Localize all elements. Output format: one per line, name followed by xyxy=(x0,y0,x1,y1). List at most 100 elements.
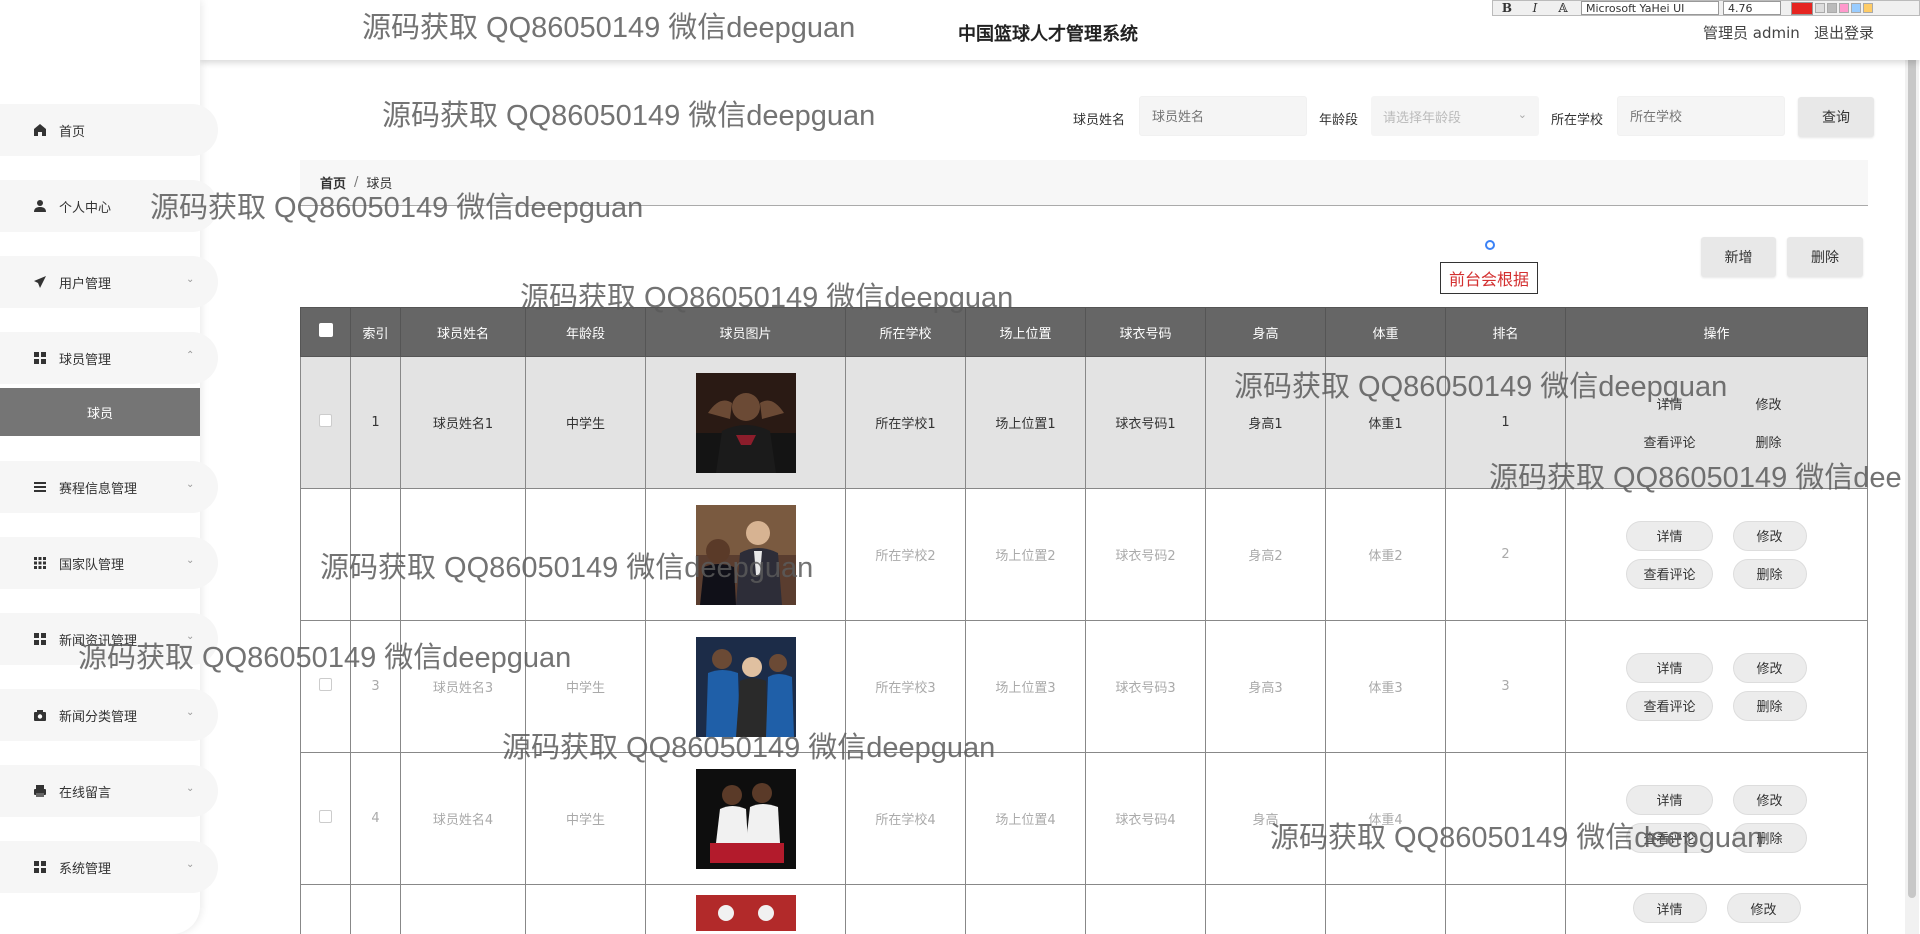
row-checkbox[interactable] xyxy=(319,810,332,823)
detail-button[interactable]: 详情 xyxy=(1632,893,1707,923)
column-header: 所在学校 xyxy=(845,307,966,357)
cell-school: 所在学校4 xyxy=(845,752,966,885)
player-name-input[interactable] xyxy=(1139,96,1307,136)
breadcrumb-home[interactable]: 首页 xyxy=(320,173,346,192)
sidebar-item-label: 新闻分类管理 xyxy=(59,709,138,725)
sidebar-item-users[interactable]: 用户管理 ⌄ xyxy=(0,256,218,308)
view-comments-button[interactable]: 查看评论 xyxy=(1626,558,1713,589)
column-header: 索引 xyxy=(350,307,401,357)
sidebar-item-label: 国家队管理 xyxy=(59,557,125,573)
row-delete-button[interactable]: 删除 xyxy=(1732,427,1806,457)
cell-ops: 详情 修改 查看评论 删除 xyxy=(1565,620,1868,753)
italic-button[interactable]: I xyxy=(1521,1,1549,15)
table-header-row: 索引 球员姓名 年龄段 球员图片 所在学校 场上位置 球衣号码 身高 体重 排名… xyxy=(300,307,1868,357)
cell-index: 3 xyxy=(350,620,401,753)
sidebar: 首页 个人中心 用户管理 ⌄ 球员管理 ⌃ 球员 赛程信息管理 ⌄ 国家队管理 … xyxy=(0,0,218,934)
sidebar-item-news[interactable]: 新闻资讯管理 ⌄ xyxy=(0,613,218,665)
color-swatch[interactable] xyxy=(1863,3,1873,13)
age-group-select[interactable]: 请选择年龄段 ⌄ xyxy=(1371,96,1539,136)
edit-button[interactable]: 修改 xyxy=(1726,893,1801,923)
color-swatch[interactable] xyxy=(1839,3,1849,13)
cell-jersey: 球衣号码4 xyxy=(1085,752,1206,885)
cell-rank: 2 xyxy=(1445,488,1566,621)
color-swatch[interactable] xyxy=(1851,3,1861,13)
grid-icon xyxy=(32,859,48,875)
text-style-icon[interactable]: 𝔸 xyxy=(1549,1,1577,15)
text-editor-toolbar: B I 𝔸 Microsoft YaHei UI 4.76 xyxy=(1492,0,1920,16)
bold-button[interactable]: B xyxy=(1493,1,1521,15)
edit-button[interactable]: 修改 xyxy=(1732,389,1806,419)
chevron-up-icon: ⌃ xyxy=(186,350,195,361)
rotate-handle-icon[interactable] xyxy=(1485,240,1495,250)
table-row[interactable]: 4 球员姓名4 中学生 所在学校4 场上位置4 球衣号码4 身高 体重4 详情 … xyxy=(300,752,1868,885)
add-button[interactable]: 新增 xyxy=(1701,237,1776,277)
sidebar-item-label: 新闻资讯管理 xyxy=(59,633,138,649)
vertical-scrollbar[interactable] xyxy=(1908,18,1916,898)
row-checkbox[interactable] xyxy=(319,414,332,427)
color-swatch[interactable] xyxy=(1815,3,1825,13)
player-photo xyxy=(695,372,796,473)
sidebar-item-label: 赛程信息管理 xyxy=(59,481,138,497)
grid-icon xyxy=(32,631,48,647)
sidebar-item-system[interactable]: 系统管理 ⌄ xyxy=(0,841,218,893)
view-comments-button[interactable]: 查看评论 xyxy=(1627,427,1711,457)
sidebar-item-schedule[interactable]: 赛程信息管理 ⌄ xyxy=(0,461,218,513)
sidebar-item-profile[interactable]: 个人中心 xyxy=(0,180,218,232)
table-row[interactable]: 所在学校2 场上位置2 球衣号码2 身高2 体重2 2 详情 修改 查看评论 删… xyxy=(300,488,1868,621)
detail-button[interactable]: 详情 xyxy=(1626,652,1713,683)
sidebar-item-label: 球员管理 xyxy=(59,352,112,368)
cell-height: 身高1 xyxy=(1205,356,1326,489)
list-icon xyxy=(32,479,48,495)
sidebar-item-news-category[interactable]: 新闻分类管理 ⌄ xyxy=(0,689,218,741)
table-row[interactable]: 3 球员姓名3 中学生 所在学校3 场上位置3 球衣号码3 身高3 体重3 3 … xyxy=(300,620,1868,753)
row-checkbox[interactable] xyxy=(319,678,332,691)
text-color-swatch[interactable] xyxy=(1791,1,1813,15)
query-button[interactable]: 查询 xyxy=(1798,97,1874,137)
watermark: 源码获取 QQ86050149 微信deepguan xyxy=(382,100,876,132)
cell-index: 4 xyxy=(350,752,401,885)
table-row[interactable]: 1 球员姓名1 中学生 所在学校1 场上位置1 球衣号码1 身高1 体重1 1 … xyxy=(300,356,1868,489)
edit-button[interactable]: 修改 xyxy=(1732,784,1807,815)
edit-button[interactable]: 修改 xyxy=(1732,652,1807,683)
font-size-select[interactable]: 4.76 xyxy=(1723,1,1781,15)
font-family-select[interactable]: Microsoft YaHei UI xyxy=(1581,1,1719,15)
breadcrumb: 首页 / 球员 xyxy=(300,160,1868,206)
delete-button[interactable]: 删除 xyxy=(1787,237,1863,277)
cell-jersey: 球衣号码2 xyxy=(1085,488,1206,621)
row-delete-button[interactable]: 删除 xyxy=(1732,690,1807,721)
cell-weight: 体重3 xyxy=(1325,620,1446,753)
logout-link[interactable]: 退出登录 xyxy=(1814,22,1874,43)
cell-photo xyxy=(645,356,846,489)
sidebar-item-messages[interactable]: 在线留言 ⌄ xyxy=(0,765,218,817)
table-row[interactable]: 详情 修改 xyxy=(300,884,1868,934)
cell-ops: 详情 修改 查看评论 删除 xyxy=(1565,356,1868,489)
annotation-textbox[interactable]: 前台会根据 xyxy=(1440,262,1538,294)
detail-button[interactable]: 详情 xyxy=(1626,520,1713,551)
printer-icon xyxy=(32,783,48,799)
cell-jersey: 球衣号码3 xyxy=(1085,620,1206,753)
edit-button[interactable]: 修改 xyxy=(1732,520,1807,551)
row-delete-button[interactable]: 删除 xyxy=(1732,558,1807,589)
select-all-checkbox[interactable] xyxy=(318,323,333,337)
sidebar-item-national-team[interactable]: 国家队管理 ⌄ xyxy=(0,537,218,589)
age-group-placeholder: 请选择年龄段 xyxy=(1383,110,1462,126)
sidebar-item-home[interactable]: 首页 xyxy=(0,104,218,156)
school-input[interactable] xyxy=(1617,96,1785,136)
column-header: 身高 xyxy=(1205,307,1326,357)
detail-button[interactable]: 详情 xyxy=(1626,784,1713,815)
detail-button[interactable]: 详情 xyxy=(1627,389,1711,419)
cell-school: 所在学校3 xyxy=(845,620,966,753)
view-comments-button[interactable]: 查看评论 xyxy=(1626,822,1713,853)
column-header: 体重 xyxy=(1325,307,1446,357)
color-swatch[interactable] xyxy=(1827,3,1837,13)
cell-weight: 体重1 xyxy=(1325,356,1446,489)
view-comments-button[interactable]: 查看评论 xyxy=(1626,690,1713,721)
sidebar-subitem-players[interactable]: 球员 xyxy=(0,388,200,436)
sidebar-item-players[interactable]: 球员管理 ⌃ xyxy=(0,332,218,384)
cell-position: 场上位置2 xyxy=(965,488,1086,621)
row-delete-button[interactable]: 删除 xyxy=(1732,822,1807,853)
home-icon xyxy=(32,122,48,138)
chevron-down-icon: ⌄ xyxy=(186,859,195,870)
cell-photo xyxy=(645,620,846,753)
player-photo xyxy=(695,504,796,605)
